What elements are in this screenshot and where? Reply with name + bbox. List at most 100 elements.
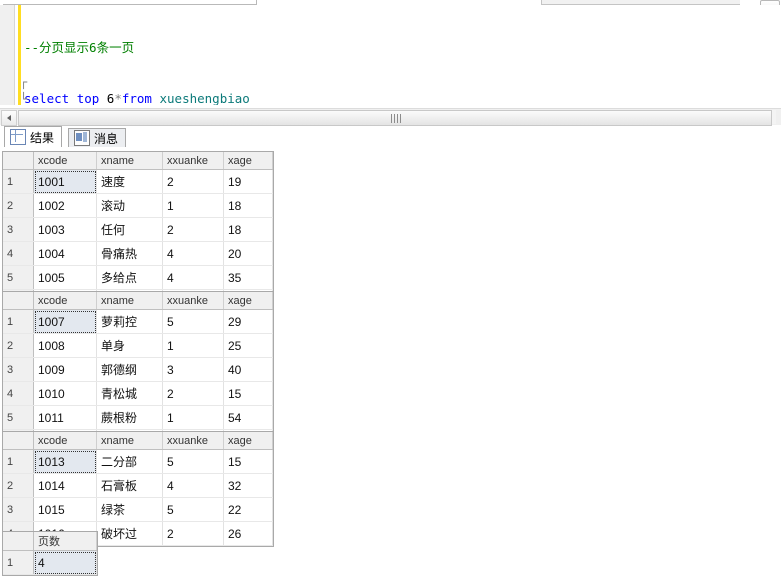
cell-xxuanke[interactable]: 4 — [162, 241, 224, 266]
column-header-xage[interactable]: xage — [223, 432, 273, 450]
table-row[interactable]: 3 1003 任何 2 18 — [3, 217, 273, 242]
table-row[interactable]: 3 1009 郭德纲 3 40 — [3, 357, 273, 382]
table-row[interactable]: 2 1002 滚动 1 18 — [3, 193, 273, 218]
sql-editor[interactable]: --分页显示6条一页 select top 6*from xueshengbia… — [0, 5, 781, 105]
editor-code[interactable]: --分页显示6条一页 select top 6*from xueshengbia… — [24, 5, 781, 105]
cell-pages[interactable]: 4 — [33, 550, 97, 575]
result-table-4[interactable]: 页数 1 4 — [3, 532, 97, 575]
row-number[interactable]: 2 — [3, 333, 34, 358]
table-row[interactable]: 4 1010 青松城 2 15 — [3, 381, 273, 406]
column-header-xname[interactable]: xname — [96, 152, 163, 170]
cell-xxuanke[interactable]: 2 — [162, 521, 224, 546]
cell-xname[interactable]: 任何 — [96, 217, 163, 242]
cell-xxuanke[interactable]: 5 — [162, 449, 224, 474]
editor-horizontal-scrollbar[interactable] — [0, 108, 781, 126]
cell-xage[interactable]: 18 — [223, 193, 273, 218]
table-row[interactable]: 1 1013 二分部 5 15 — [3, 449, 273, 474]
cell-xxuanke[interactable]: 5 — [162, 497, 224, 522]
table-row[interactable]: 2 1014 石膏板 4 32 — [3, 473, 273, 498]
column-header-xage[interactable]: xage — [223, 292, 273, 310]
tab-messages[interactable]: 消息 — [68, 128, 127, 147]
cell-xcode[interactable]: 1003 — [33, 217, 97, 242]
column-header-xxuanke[interactable]: xxuanke — [162, 152, 224, 170]
cell-xxuanke[interactable]: 2 — [162, 217, 224, 242]
row-number[interactable]: 1 — [3, 449, 34, 474]
cell-xname[interactable]: 石膏板 — [96, 473, 163, 498]
row-number[interactable]: 4 — [3, 381, 34, 406]
cell-xname[interactable]: 滚动 — [96, 193, 163, 218]
cell-xname[interactable]: 多给点 — [96, 265, 163, 290]
row-number[interactable]: 1 — [3, 550, 34, 575]
table-row[interactable]: 5 1005 多给点 4 35 — [3, 265, 273, 290]
row-number[interactable]: 3 — [3, 217, 34, 242]
table-row[interactable]: 4 1004 骨痛热 4 20 — [3, 241, 273, 266]
row-number[interactable]: 2 — [3, 473, 34, 498]
cell-xcode[interactable]: 1002 — [33, 193, 97, 218]
column-header-xxuanke[interactable]: xxuanke — [162, 292, 224, 310]
cell-xname[interactable]: 破坏过 — [96, 521, 163, 546]
table-row[interactable]: 1 1007 萝莉控 5 29 — [3, 309, 273, 334]
result-grid-4[interactable]: 页数 1 4 — [2, 531, 98, 576]
cell-xage[interactable]: 19 — [223, 169, 273, 194]
table-row[interactable]: 2 1008 单身 1 25 — [3, 333, 273, 358]
row-number[interactable]: 1 — [3, 169, 34, 194]
cell-xxuanke[interactable]: 1 — [162, 193, 224, 218]
result-grid-3[interactable]: xcode xname xxuanke xage 1 1013 二分部 5 15… — [2, 431, 274, 547]
cell-xcode[interactable]: 1004 — [33, 241, 97, 266]
cell-xxuanke[interactable]: 4 — [162, 265, 224, 290]
cell-xname[interactable]: 二分部 — [96, 449, 163, 474]
cell-xage[interactable]: 22 — [223, 497, 273, 522]
cell-xcode[interactable]: 1013 — [33, 449, 97, 474]
column-header-xxuanke[interactable]: xxuanke — [162, 432, 224, 450]
cell-xage[interactable]: 15 — [223, 449, 273, 474]
row-number[interactable]: 3 — [3, 497, 34, 522]
column-header-xname[interactable]: xname — [96, 292, 163, 310]
cell-xage[interactable]: 32 — [223, 473, 273, 498]
column-header-xcode[interactable]: xcode — [33, 292, 97, 310]
cell-xcode[interactable]: 1005 — [33, 265, 97, 290]
cell-xcode[interactable]: 1015 — [33, 497, 97, 522]
cell-xname[interactable]: 速度 — [96, 169, 163, 194]
cell-xxuanke[interactable]: 2 — [162, 169, 224, 194]
cell-xxuanke[interactable]: 5 — [162, 309, 224, 334]
cell-xage[interactable]: 20 — [223, 241, 273, 266]
row-number[interactable]: 2 — [3, 193, 34, 218]
cell-xage[interactable]: 25 — [223, 333, 273, 358]
row-number[interactable]: 4 — [3, 241, 34, 266]
cell-xcode[interactable]: 1001 — [33, 169, 97, 194]
cell-xcode[interactable]: 1009 — [33, 357, 97, 382]
cell-xname[interactable]: 绿茶 — [96, 497, 163, 522]
column-header-xcode[interactable]: xcode — [33, 432, 97, 450]
cell-xcode[interactable]: 1007 — [33, 309, 97, 334]
cell-xxuanke[interactable]: 1 — [162, 405, 224, 430]
table-row[interactable]: 3 1015 绿茶 5 22 — [3, 497, 273, 522]
cell-xage[interactable]: 29 — [223, 309, 273, 334]
cell-xname[interactable]: 郭德纲 — [96, 357, 163, 382]
table-row[interactable]: 1 4 — [3, 550, 97, 575]
column-header-xcode[interactable]: xcode — [33, 152, 97, 170]
column-header-pages[interactable]: 页数 — [33, 532, 97, 551]
cell-xname[interactable]: 骨痛热 — [96, 241, 163, 266]
row-number[interactable]: 5 — [3, 265, 34, 290]
cell-xage[interactable]: 26 — [223, 521, 273, 546]
column-header-xname[interactable]: xname — [96, 432, 163, 450]
column-header-xage[interactable]: xage — [223, 152, 273, 170]
cell-xxuanke[interactable]: 1 — [162, 333, 224, 358]
result-table-2[interactable]: xcode xname xxuanke xage 1 1007 萝莉控 5 29… — [3, 292, 273, 454]
cell-xcode[interactable]: 1008 — [33, 333, 97, 358]
scrollbar-thumb[interactable] — [18, 110, 772, 126]
tab-results[interactable]: 结果 — [4, 126, 63, 147]
cell-xxuanke[interactable]: 2 — [162, 381, 224, 406]
cell-xage[interactable]: 54 — [223, 405, 273, 430]
result-table-3[interactable]: xcode xname xxuanke xage 1 1013 二分部 5 15… — [3, 432, 273, 546]
cell-xname[interactable]: 萝莉控 — [96, 309, 163, 334]
cell-xname[interactable]: 单身 — [96, 333, 163, 358]
cell-xage[interactable]: 18 — [223, 217, 273, 242]
cell-xxuanke[interactable]: 4 — [162, 473, 224, 498]
cell-xage[interactable]: 35 — [223, 265, 273, 290]
cell-xcode[interactable]: 1014 — [33, 473, 97, 498]
cell-xage[interactable]: 40 — [223, 357, 273, 382]
result-table-1[interactable]: xcode xname xxuanke xage 1 1001 速度 2 19 … — [3, 152, 273, 314]
cell-xage[interactable]: 15 — [223, 381, 273, 406]
table-row[interactable]: 5 1011 蕨根粉 1 54 — [3, 405, 273, 430]
